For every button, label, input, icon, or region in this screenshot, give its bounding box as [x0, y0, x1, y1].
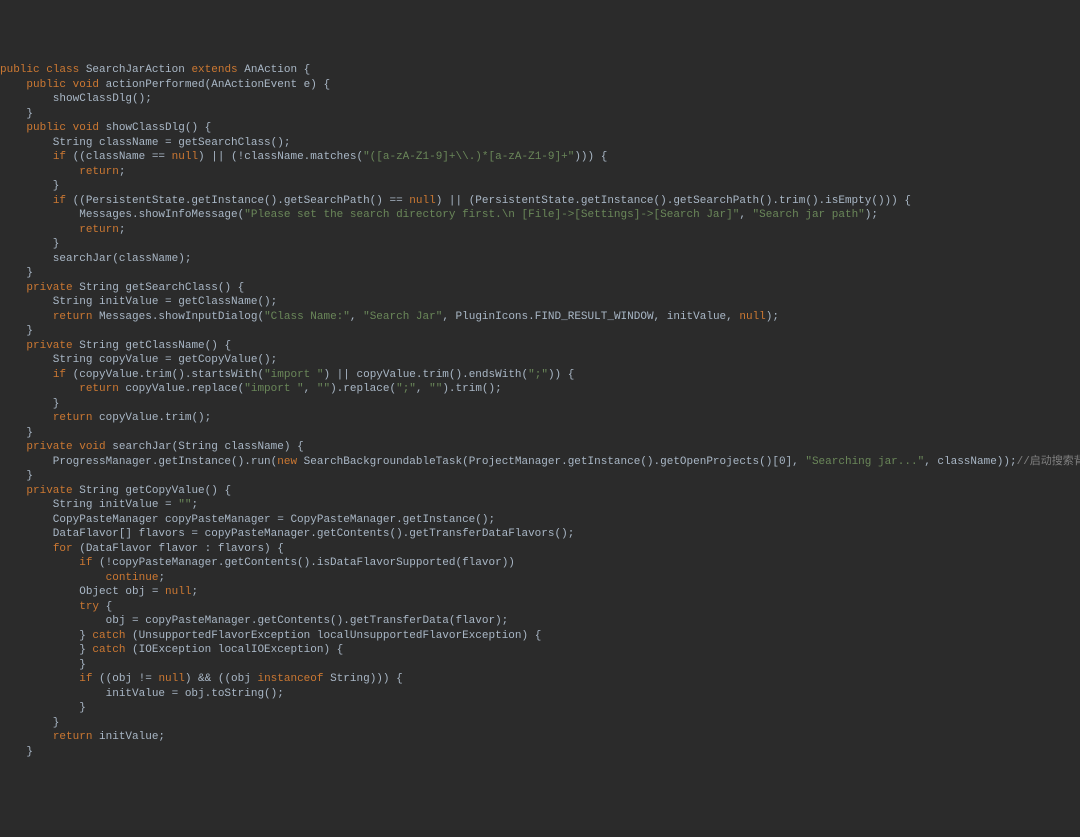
code-line: String initValue = "";: [0, 498, 1080, 513]
code-editor[interactable]: public class SearchJarAction extends AnA…: [0, 58, 1080, 764]
code-line: }: [0, 745, 1080, 760]
code-line: } catch (IOException localIOException) {: [0, 643, 1080, 658]
code-line: }: [0, 701, 1080, 716]
code-line: if ((className == null) || (!className.m…: [0, 150, 1080, 165]
code-line: if ((PersistentState.getInstance().getSe…: [0, 194, 1080, 209]
code-line: return;: [0, 165, 1080, 180]
code-line: }: [0, 658, 1080, 673]
code-line: searchJar(className);: [0, 252, 1080, 267]
code-line: for (DataFlavor flavor : flavors) {: [0, 542, 1080, 557]
code-line: String initValue = getClassName();: [0, 295, 1080, 310]
code-line: }: [0, 426, 1080, 441]
code-line: try {: [0, 600, 1080, 615]
code-line: String copyValue = getCopyValue();: [0, 353, 1080, 368]
code-line: if (copyValue.trim().startsWith("import …: [0, 368, 1080, 383]
code-line: private String getSearchClass() {: [0, 281, 1080, 296]
code-line: CopyPasteManager copyPasteManager = Copy…: [0, 513, 1080, 528]
code-line: public void actionPerformed(AnActionEven…: [0, 78, 1080, 93]
code-line: String className = getSearchClass();: [0, 136, 1080, 151]
code-line: public class SearchJarAction extends AnA…: [0, 63, 1080, 78]
code-line: }: [0, 266, 1080, 281]
code-line: continue;: [0, 571, 1080, 586]
code-line: } catch (UnsupportedFlavorException loca…: [0, 629, 1080, 644]
code-line: Messages.showInfoMessage("Please set the…: [0, 208, 1080, 223]
code-line: return copyValue.trim();: [0, 411, 1080, 426]
code-line: }: [0, 716, 1080, 731]
code-line: private String getClassName() {: [0, 339, 1080, 354]
code-line: return Messages.showInputDialog("Class N…: [0, 310, 1080, 325]
code-line: obj = copyPasteManager.getContents().get…: [0, 614, 1080, 629]
code-line: if (!copyPasteManager.getContents().isDa…: [0, 556, 1080, 571]
code-line: return;: [0, 223, 1080, 238]
code-line: DataFlavor[] flavors = copyPasteManager.…: [0, 527, 1080, 542]
code-line: private String getCopyValue() {: [0, 484, 1080, 499]
code-line: initValue = obj.toString();: [0, 687, 1080, 702]
code-line: }: [0, 107, 1080, 122]
code-line: }: [0, 324, 1080, 339]
code-line: Object obj = null;: [0, 585, 1080, 600]
code-line: ProgressManager.getInstance().run(new Se…: [0, 455, 1080, 470]
code-line: return copyValue.replace("import ", "").…: [0, 382, 1080, 397]
code-line: return initValue;: [0, 730, 1080, 745]
code-line: }: [0, 469, 1080, 484]
code-line: showClassDlg();: [0, 92, 1080, 107]
code-line: if ((obj != null) && ((obj instanceof St…: [0, 672, 1080, 687]
code-line: }: [0, 237, 1080, 252]
code-line: private void searchJar(String className)…: [0, 440, 1080, 455]
code-line: }: [0, 397, 1080, 412]
code-line: }: [0, 179, 1080, 194]
code-line: public void showClassDlg() {: [0, 121, 1080, 136]
